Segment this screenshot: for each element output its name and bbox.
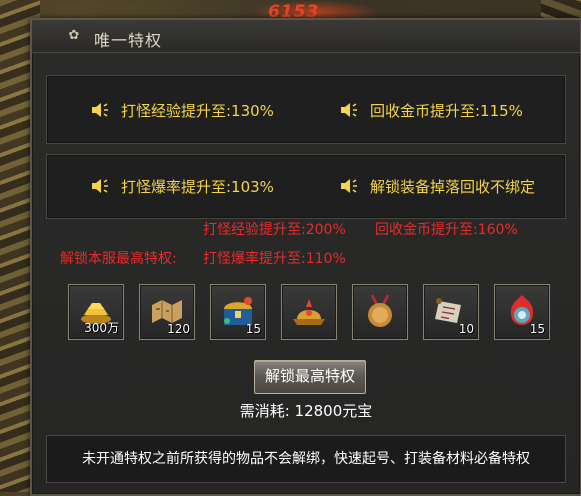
reward-slot-medal[interactable]: [352, 284, 408, 340]
perks-box-1: 打怪经验提升至:130% 回收金币提升至:115%: [46, 75, 566, 144]
reward-slot-map[interactable]: 120: [139, 284, 195, 340]
cost-text: 需消耗: 12800元宝: [239, 402, 373, 420]
window-title: 唯一特权: [94, 31, 163, 50]
speaker-icon: [91, 178, 113, 194]
perk-unbind: 解锁装备掉落回收不绑定: [340, 176, 535, 197]
top-privilege-gold: 回收金币提升至:160%: [375, 222, 518, 238]
reward-slot-gold[interactable]: 300万: [68, 284, 124, 340]
top-privilege-drop: 打怪爆率提升至:110%: [203, 251, 346, 267]
perk-exp: 打怪经验提升至:130%: [91, 100, 274, 121]
reward-slot-chest[interactable]: 15: [210, 284, 266, 340]
perk-drop: 打怪爆率提升至:103%: [91, 176, 274, 197]
title-bar: ✿ 唯一特权: [32, 20, 580, 53]
golden-helmet-icon: [293, 299, 325, 325]
speaker-icon: [340, 178, 362, 194]
speaker-icon: [91, 102, 113, 118]
privilege-note: 未开通特权之前所获得的物品不会解绑，快速起号、打装备材料必备特权: [46, 435, 566, 483]
perks-box-2: 打怪爆率提升至:103% 解锁装备掉落回收不绑定: [46, 154, 566, 219]
medal-coin-icon: [368, 294, 392, 327]
swirl-icon: ✿: [68, 28, 80, 43]
speaker-icon: [340, 102, 362, 118]
top-privilege-exp: 打怪经验提升至:200%: [203, 222, 346, 238]
reward-slot-helmet[interactable]: [281, 284, 337, 340]
privilege-panel: ✿ 唯一特权 打怪经验提升至:130% 回收金币提升至:115% 打怪爆率提升至…: [30, 18, 581, 496]
unlock-top-privilege-button[interactable]: 解锁最高特权: [254, 360, 366, 394]
top-privilege-label: 解锁本服最高特权:: [60, 251, 177, 267]
perk-gold: 回收金币提升至:115%: [340, 100, 523, 121]
reward-slot-orb[interactable]: 15: [494, 284, 550, 340]
reward-slot-scroll[interactable]: 10: [423, 284, 479, 340]
